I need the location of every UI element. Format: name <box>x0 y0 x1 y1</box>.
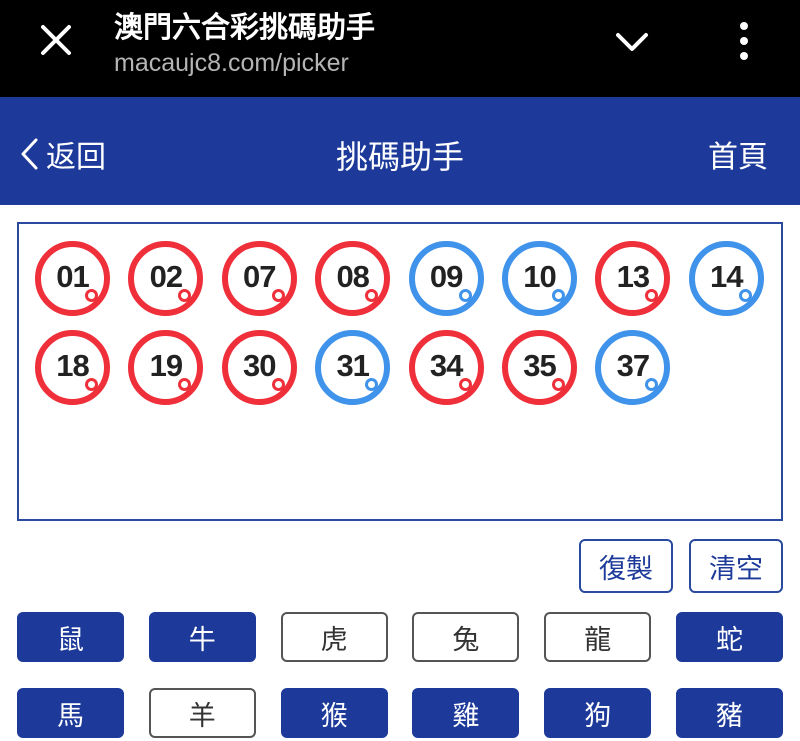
number-ball[interactable]: 02 <box>128 241 204 316</box>
zodiac-button[interactable]: 虎 <box>280 612 388 662</box>
browser-page-title: 澳門六合彩挑碼助手 <box>114 10 376 44</box>
home-link[interactable]: 首頁 <box>708 132 768 176</box>
number-ball[interactable]: 01 <box>35 241 110 316</box>
ball-gloss-icon <box>458 289 472 302</box>
page-title: 挑碼助手 <box>335 138 464 176</box>
ball-gloss-icon <box>552 378 565 391</box>
browser-toolbar: 澳門六合彩挑碼助手 macaujc8.com/picker <box>0 0 800 97</box>
zodiac-button[interactable]: 狗 <box>544 688 652 738</box>
number-ball[interactable]: 19 <box>128 330 204 405</box>
zodiac-button[interactable]: 雞 <box>412 688 520 738</box>
zodiac-button[interactable]: 豬 <box>676 688 783 738</box>
zodiac-button[interactable]: 龍 <box>544 612 652 662</box>
zodiac-button[interactable]: 牛 <box>148 612 256 662</box>
chevron-down-icon[interactable] <box>612 26 652 58</box>
number-ball[interactable]: 37 <box>595 330 671 405</box>
ball-gloss-icon <box>365 378 379 391</box>
number-ball[interactable]: 13 <box>595 241 671 316</box>
ball-gloss-icon <box>645 289 659 302</box>
browser-url[interactable]: macaujc8.com/picker <box>114 49 349 78</box>
zodiac-button[interactable]: 鼠 <box>17 612 124 662</box>
number-ball[interactable]: 31 <box>315 330 391 405</box>
number-ball[interactable]: 07 <box>221 241 297 316</box>
number-ball[interactable]: 30 <box>221 330 297 405</box>
zodiac-button[interactable]: 蛇 <box>676 612 783 662</box>
ball-gloss-icon <box>85 378 98 391</box>
zodiac-button[interactable]: 兔 <box>412 612 520 662</box>
number-ball[interactable]: 35 <box>502 330 577 405</box>
selected-numbers-panel: 01 02 07 08 09 10 13 14 18 19 30 31 34 35 37 <box>17 222 783 521</box>
more-vert-icon[interactable] <box>733 20 755 62</box>
number-ball[interactable]: 14 <box>688 241 764 316</box>
zodiac-button[interactable]: 猴 <box>280 688 388 738</box>
ball-gloss-icon <box>271 289 285 302</box>
close-icon[interactable] <box>36 20 76 60</box>
ball-gloss-icon <box>458 378 472 391</box>
ball-gloss-icon <box>738 289 752 302</box>
number-ball[interactable]: 09 <box>408 241 484 316</box>
app-header: 返回 挑碼助手 首頁 <box>0 97 800 205</box>
ball-gloss-icon <box>271 378 285 391</box>
number-ball[interactable]: 08 <box>315 241 391 316</box>
ball-gloss-icon <box>552 289 565 302</box>
number-ball[interactable]: 10 <box>502 241 577 316</box>
clear-button[interactable]: 清空 <box>689 539 783 593</box>
copy-button[interactable]: 復製 <box>579 539 673 593</box>
zodiac-button[interactable]: 羊 <box>148 688 256 738</box>
ball-gloss-icon <box>178 289 192 302</box>
ball-gloss-icon <box>178 378 192 391</box>
zodiac-button[interactable]: 馬 <box>17 688 124 738</box>
ball-gloss-icon <box>645 378 659 391</box>
number-ball[interactable]: 18 <box>35 330 110 405</box>
ball-gloss-icon <box>365 289 379 302</box>
ball-gloss-icon <box>85 289 98 302</box>
number-ball[interactable]: 34 <box>408 330 484 405</box>
